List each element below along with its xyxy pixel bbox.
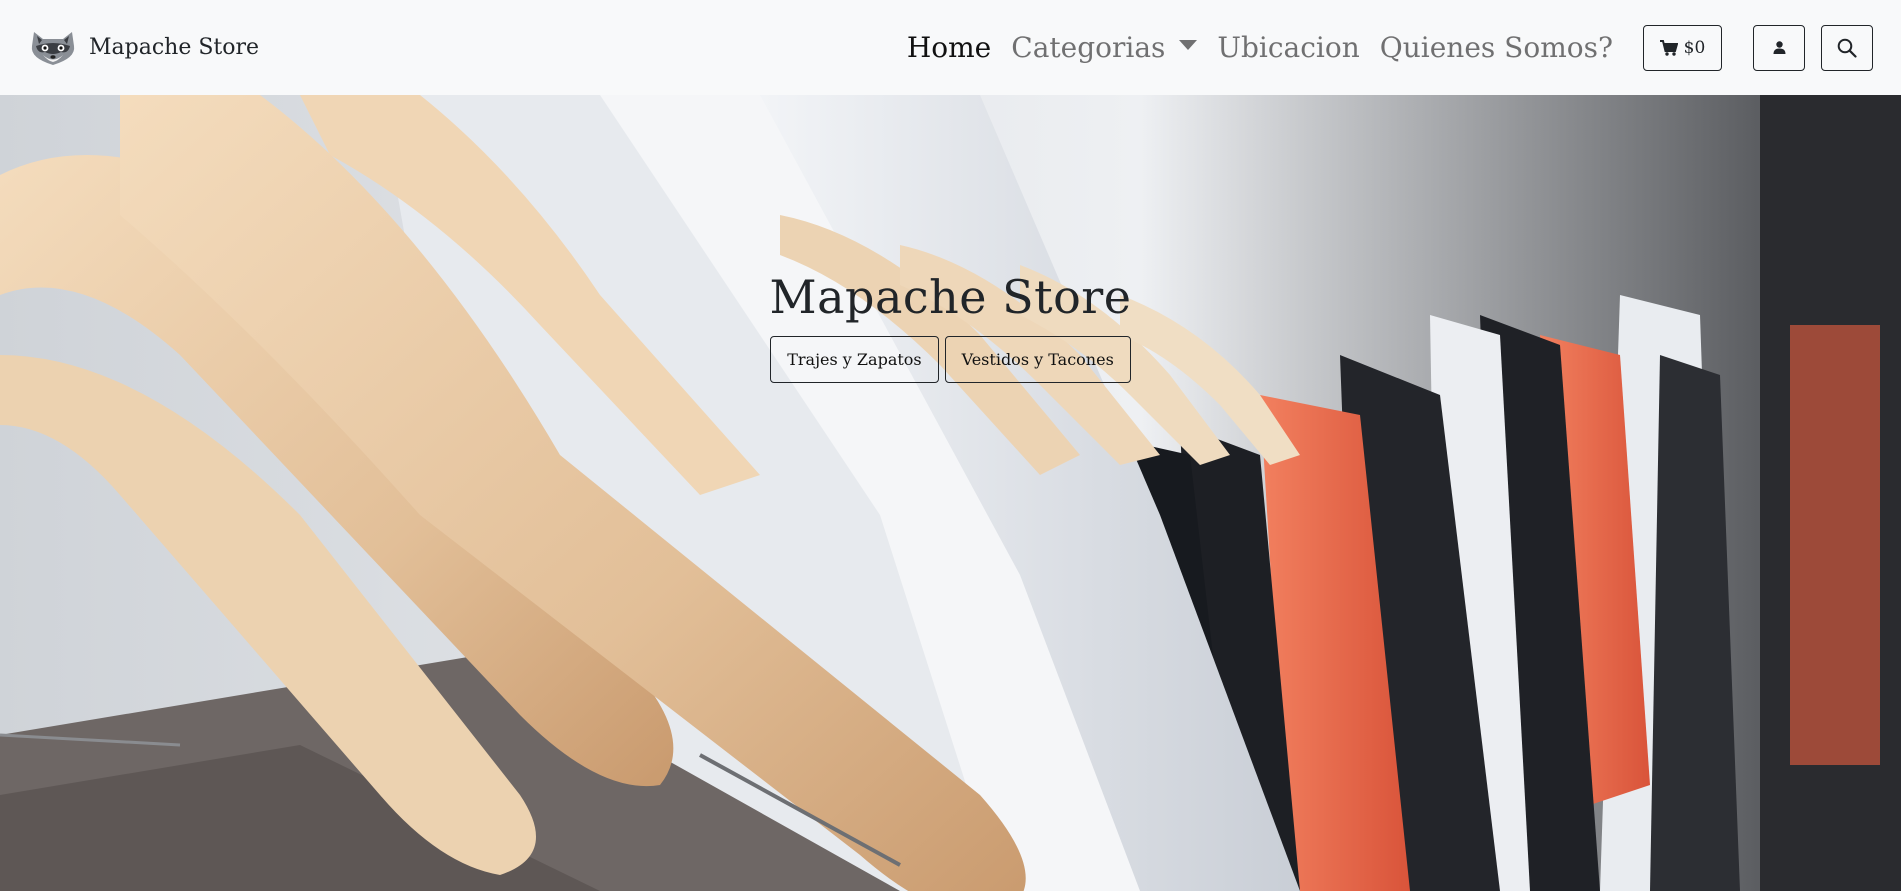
user-icon bbox=[1773, 41, 1785, 54]
hero-buttons: Trajes y Zapatos Vestidos y Tacones bbox=[0, 336, 1901, 383]
hero-content: Mapache Store Trajes y Zapatos Vestidos … bbox=[0, 270, 1901, 383]
brand-name: Mapache Store bbox=[89, 35, 260, 60]
categories-dropdown[interactable]: Categorias bbox=[1001, 31, 1207, 64]
brand-link[interactable]: Mapache Store bbox=[28, 28, 259, 68]
search-button[interactable] bbox=[1821, 24, 1873, 71]
nav-about-link[interactable]: Quienes Somos? bbox=[1370, 31, 1623, 64]
nav-home-link[interactable]: Home bbox=[897, 31, 1001, 64]
chevron-down-icon bbox=[1179, 39, 1198, 50]
navbar: Mapache Store Home Categorias Ubicacion … bbox=[0, 0, 1901, 95]
dresses-and-heels-button[interactable]: Vestidos y Tacones bbox=[944, 336, 1131, 383]
nav-links: Home Categorias Ubicacion Quienes Somos? bbox=[897, 31, 1623, 64]
hero-background-image bbox=[0, 95, 1901, 891]
raccoon-icon bbox=[31, 31, 75, 65]
cart-icon bbox=[1659, 39, 1678, 56]
suits-and-shoes-button[interactable]: Trajes y Zapatos bbox=[770, 336, 939, 383]
user-button[interactable] bbox=[1753, 24, 1805, 71]
nav-categories-link[interactable]: Categorias bbox=[1011, 31, 1165, 64]
search-icon bbox=[1837, 38, 1857, 58]
cart-total: $0 bbox=[1683, 37, 1706, 58]
cart-button[interactable]: $0 bbox=[1643, 24, 1722, 71]
hero-title: Mapache Store bbox=[769, 270, 1132, 324]
hero-section: Mapache Store Trajes y Zapatos Vestidos … bbox=[0, 95, 1901, 891]
nav-location-link[interactable]: Ubicacion bbox=[1207, 31, 1369, 64]
